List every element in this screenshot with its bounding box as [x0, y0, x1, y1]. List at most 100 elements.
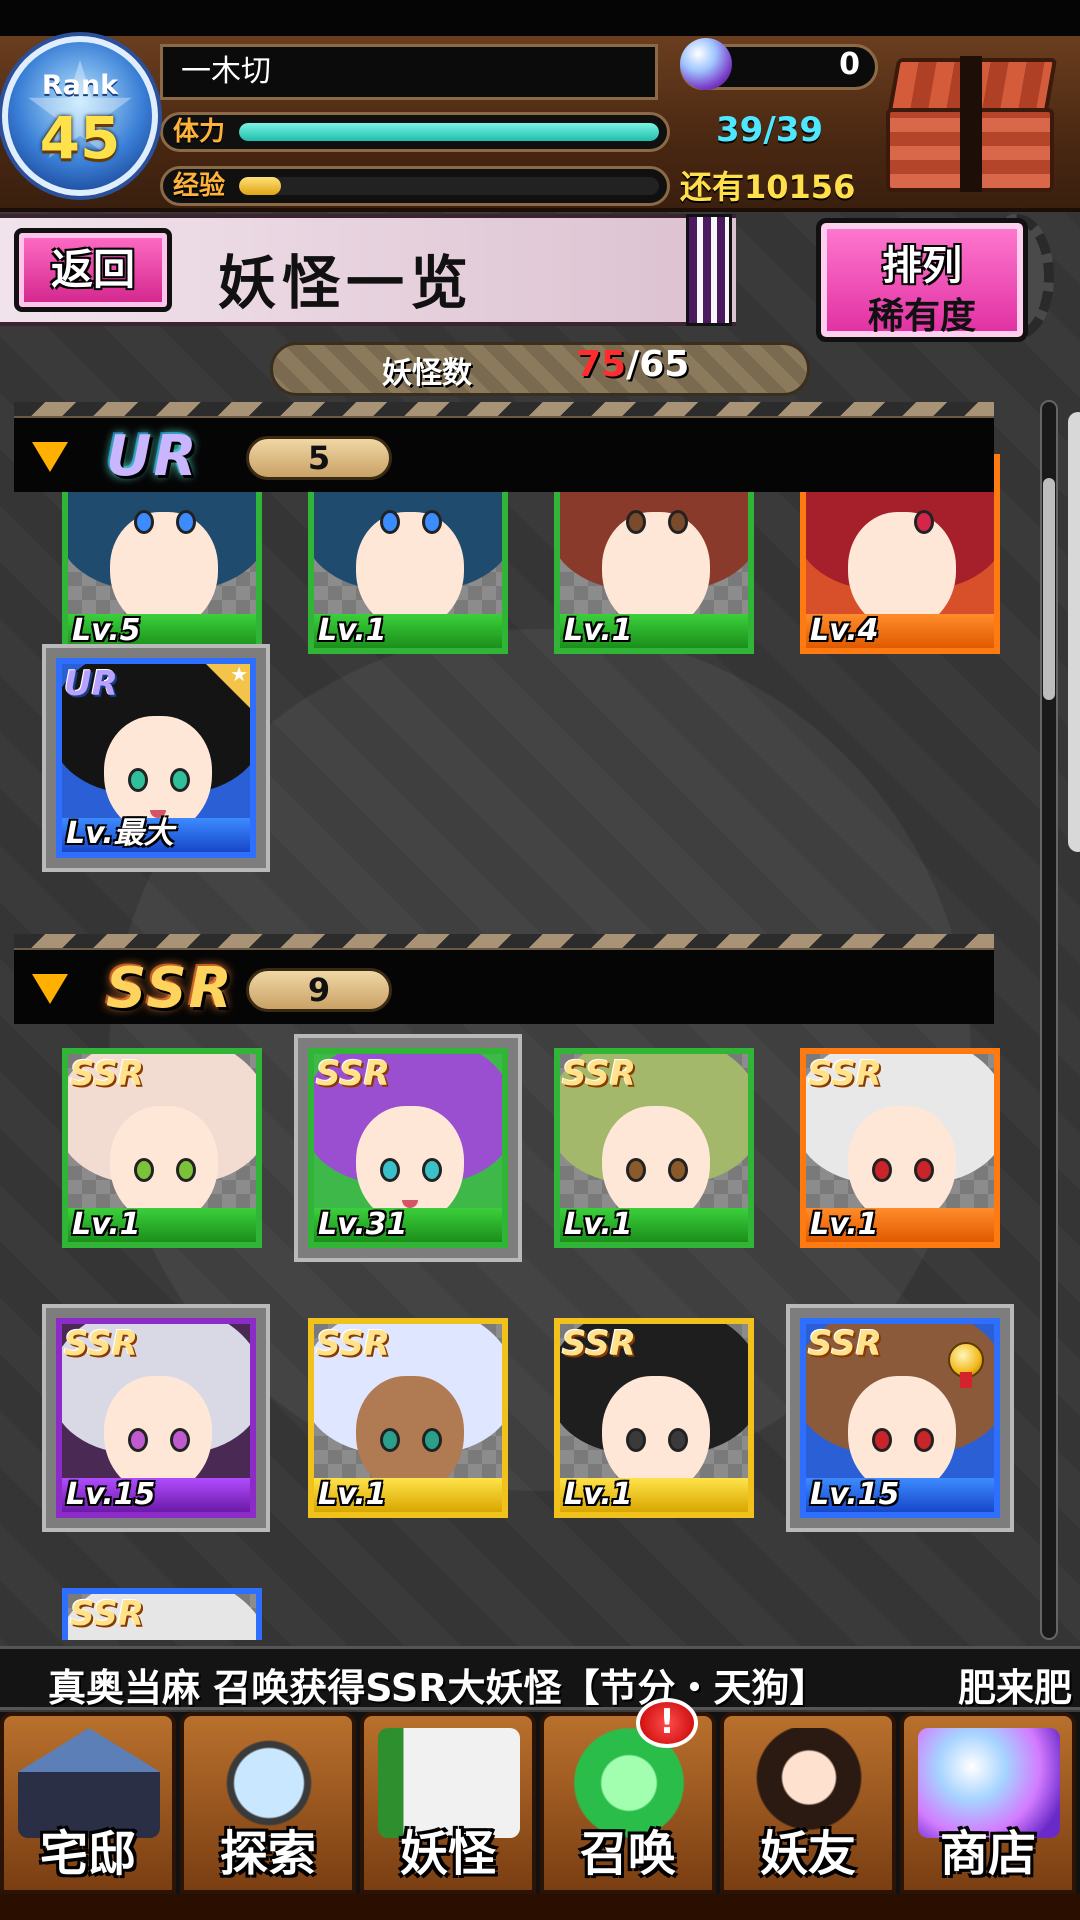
portrait-eye — [170, 1428, 190, 1452]
monster-level: Lv.1 — [72, 1207, 141, 1242]
monster-list[interactable]: Lv.5 Lv.1 Lv.1 Lv.4 UR 5 UR ★ Lv.最大 SSR … — [0, 400, 1040, 1640]
exp-track — [239, 177, 659, 195]
card-rarity: SSR — [70, 1054, 144, 1094]
section-count: 5 — [246, 436, 392, 480]
stamina-value: 39/39 — [716, 110, 824, 150]
monster-card[interactable]: SSR Lv.15 — [800, 1318, 1000, 1518]
monster-card[interactable]: SSR Lv.31 — [308, 1048, 508, 1248]
monster-level: Lv.1 — [318, 1477, 387, 1512]
section-header-ssr[interactable]: SSR 9 — [14, 934, 994, 1024]
exp-label: 经验 — [173, 171, 226, 201]
monster-count-value: 75/65 — [576, 344, 689, 385]
edge-panel-handle[interactable] — [1068, 412, 1080, 852]
card-rarity: SSR — [70, 1594, 144, 1634]
monster-card[interactable]: SSR Lv.15 — [56, 1318, 256, 1518]
stamina-label: 体力 — [173, 117, 226, 147]
rank-badge: Rank 45 — [2, 36, 158, 196]
nav-friends[interactable]: 妖友 — [720, 1712, 896, 1894]
news-ticker: 真奥当麻 召唤获得SSR大妖怪【节分・天狗】 肥来肥 — [0, 1646, 1080, 1710]
portrait-eye — [176, 510, 196, 534]
card-rarity: SSR — [64, 1324, 138, 1364]
portrait-eye — [668, 510, 688, 534]
monster-level: Lv.1 — [564, 613, 633, 648]
bottom-nav: 宅邸 探索 妖怪 召唤 妖友 商店 — [0, 1712, 1080, 1920]
portrait-eye — [128, 1428, 148, 1452]
monster-count-pill — [270, 342, 810, 396]
monster-level: Lv.最大 — [66, 816, 174, 851]
monster-card[interactable]: SSR Lv.1 — [308, 1318, 508, 1518]
portrait-eye — [170, 768, 190, 792]
nav-bottom-strip — [0, 1894, 1080, 1920]
portrait-eye — [422, 1428, 442, 1452]
portrait-eye — [380, 1428, 400, 1452]
collapse-arrow-icon[interactable] — [32, 974, 68, 1004]
monster-card[interactable]: SSR — [62, 1588, 262, 1640]
card-rarity: SSR — [562, 1054, 636, 1094]
monster-level: Lv.31 — [318, 1207, 408, 1242]
portrait-eye — [422, 510, 442, 534]
card-rarity: SSR — [562, 1324, 636, 1364]
sort-button[interactable]: 排列 稀有度 — [816, 218, 1028, 342]
monster-level: Lv.1 — [564, 1477, 633, 1512]
monster-card[interactable]: SSR Lv.1 — [800, 1048, 1000, 1248]
monster-level: Lv.5 — [72, 613, 141, 648]
nav-label: 探索 — [219, 1826, 316, 1882]
notification-badge: ! — [636, 1698, 698, 1748]
portrait-eye — [176, 1158, 196, 1182]
nav-label: 妖怪 — [399, 1826, 496, 1882]
stamina-track — [239, 123, 659, 141]
rank-label: Rank — [41, 70, 119, 101]
portrait-eye — [914, 510, 934, 534]
monster-card[interactable]: SSR Lv.1 — [554, 1318, 754, 1518]
app-root: Rank 45 一木切 0 体力 39/39 经验 还有10156 返回 妖怪一… — [0, 0, 1080, 1920]
portrait-eye — [134, 1158, 154, 1182]
portrait-eye — [626, 510, 646, 534]
collapse-arrow-icon[interactable] — [32, 442, 68, 472]
orb-icon — [680, 38, 732, 90]
player-name: 一木切 — [160, 44, 658, 100]
portrait-eye — [914, 1158, 934, 1182]
section-count: 9 — [246, 968, 392, 1012]
exp-remaining: 还有10156 — [680, 168, 856, 206]
nav-monster[interactable]: 妖怪 — [360, 1712, 536, 1894]
portrait-eye — [872, 1158, 892, 1182]
monster-level: Lv.1 — [564, 1207, 633, 1242]
nav-explore[interactable]: 探索 — [180, 1712, 356, 1894]
portrait-eye — [422, 1158, 442, 1182]
card-rarity: SSR — [808, 1324, 882, 1364]
portrait-eye — [380, 510, 400, 534]
card-rarity: SSR — [808, 1054, 882, 1094]
stamina-bar: 体力 — [160, 112, 670, 152]
back-button[interactable]: 返回 — [14, 228, 172, 312]
nav-label: 宅邸 — [39, 1826, 136, 1882]
monster-level: Lv.15 — [810, 1477, 900, 1512]
portrait-eye — [914, 1428, 934, 1452]
portrait-eye — [872, 1428, 892, 1452]
card-rarity: UR — [64, 664, 118, 704]
nav-mansion[interactable]: 宅邸 — [0, 1712, 176, 1894]
monster-card[interactable]: UR Lv.最大 — [56, 658, 256, 858]
portrait-eye — [626, 1158, 646, 1182]
title-stripe — [686, 214, 732, 326]
nav-label: 召唤 — [579, 1826, 676, 1882]
ticker-tail: 肥来肥 — [958, 1666, 1073, 1710]
section-rarity: SSR — [106, 956, 234, 1021]
section-header-ur[interactable]: UR 5 — [14, 402, 994, 492]
page-title: 妖怪一览 — [218, 249, 475, 317]
monster-card[interactable]: SSR Lv.1 — [554, 1048, 754, 1248]
monster-card[interactable]: SSR Lv.1 — [62, 1048, 262, 1248]
portrait-eye — [668, 1158, 688, 1182]
exp-bar: 经验 — [160, 166, 670, 206]
monster-level: Lv.1 — [318, 613, 387, 648]
monster-count-max: /65 — [626, 344, 690, 385]
scrollbar-thumb[interactable] — [1043, 478, 1055, 700]
exp-fill — [239, 177, 281, 195]
monster-level: Lv.4 — [810, 613, 879, 648]
nav-label: 商店 — [939, 1826, 1036, 1882]
nav-shop[interactable]: 商店 — [900, 1712, 1076, 1894]
portrait-eye — [668, 1428, 688, 1452]
gift-chest-icon[interactable] — [882, 50, 1064, 196]
status-strip — [0, 0, 1080, 36]
portrait-eye — [134, 510, 154, 534]
rank-level: 45 — [39, 104, 121, 172]
